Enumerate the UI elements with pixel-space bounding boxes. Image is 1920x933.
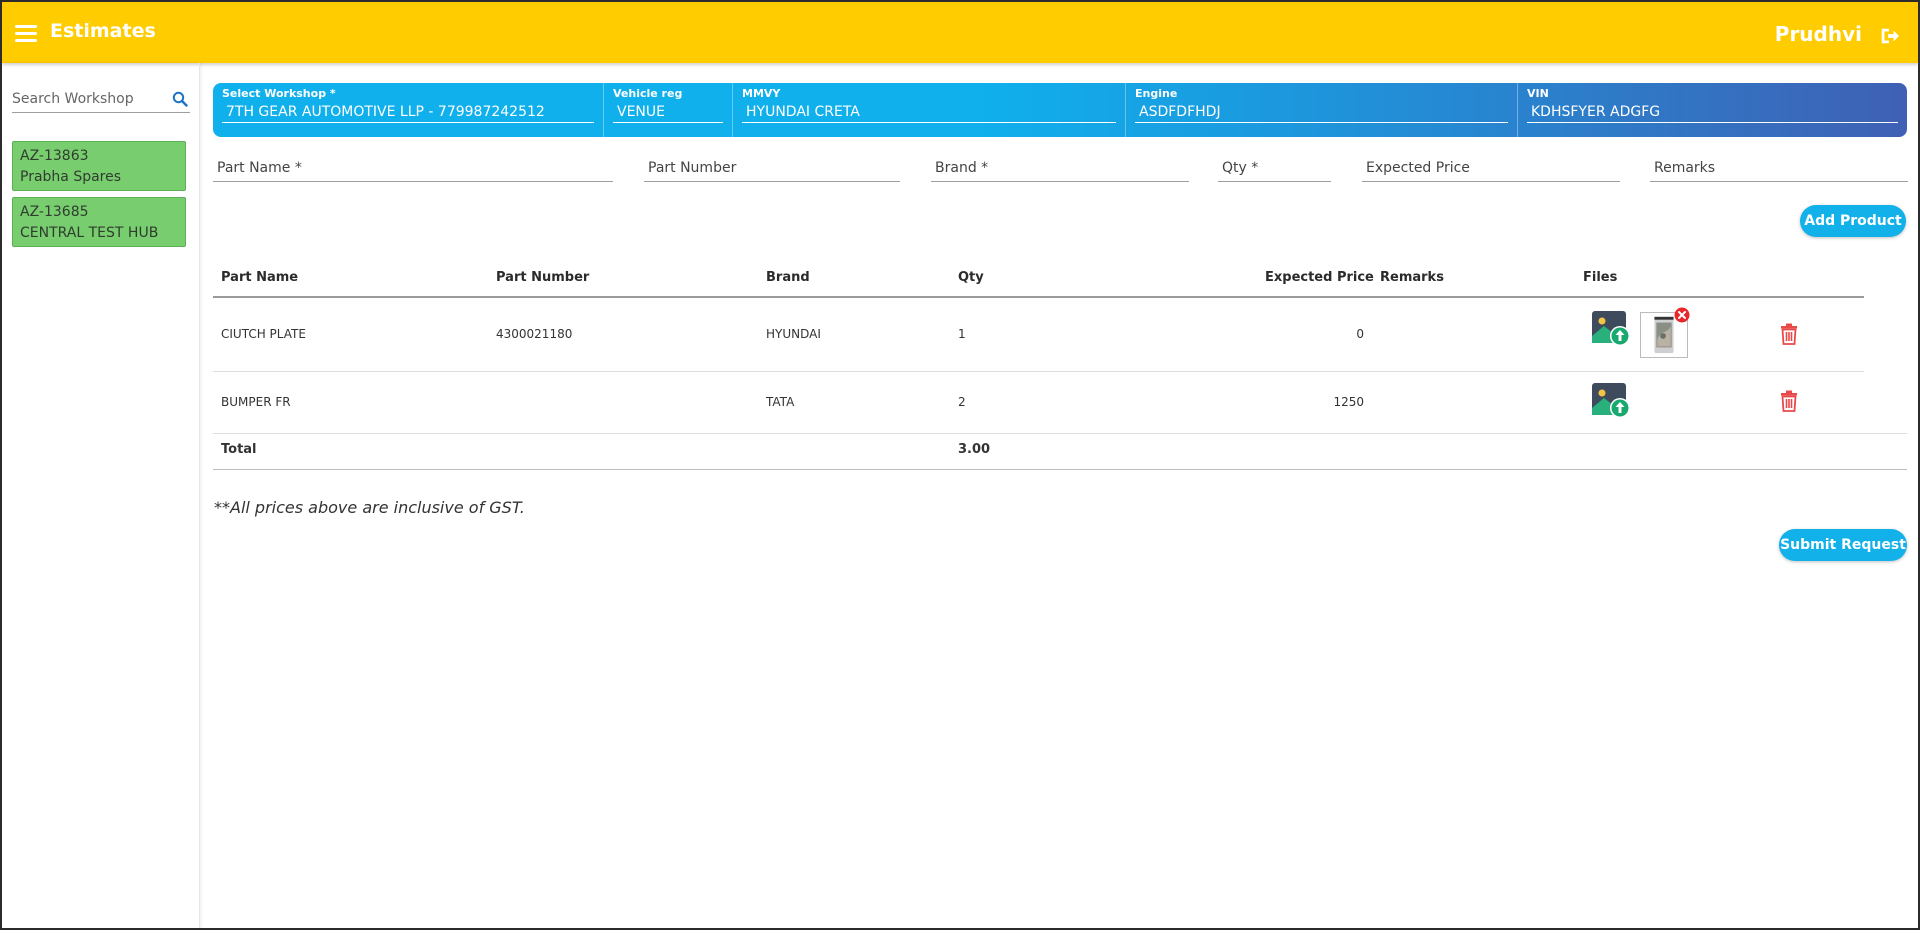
row-divider [213, 371, 1864, 372]
field-label: Vehicle reg [613, 87, 683, 100]
field-label: Engine [1135, 87, 1178, 100]
vin-input[interactable] [1527, 101, 1898, 123]
expected-price-field [1362, 156, 1620, 182]
workshop-name: CENTRAL TEST HUB [20, 225, 159, 241]
search-icon[interactable] [172, 91, 188, 107]
workshop-search [12, 87, 190, 113]
part-name-input[interactable] [213, 156, 613, 180]
engine-input[interactable] [1135, 101, 1508, 123]
workshop-select[interactable] [222, 101, 594, 123]
menu-icon[interactable] [15, 25, 37, 43]
total-label: Total [221, 442, 257, 457]
top-bar: Estimates Prudhvi [2, 2, 1918, 63]
app-window: Estimates Prudhvi AZ-13863 Prabha Spares… [0, 0, 1920, 930]
total-qty: 3.00 [958, 442, 991, 457]
cell-qty: 1 [958, 327, 966, 341]
remarks-input[interactable] [1650, 156, 1908, 180]
col-header-expected-price: Expected Price [1265, 270, 1374, 285]
field-label: VIN [1527, 87, 1549, 100]
part-number-field [644, 156, 900, 182]
workshop-code: AZ-13863 [20, 148, 89, 164]
vehicle-info-bar: Select Workshop * Vehicle reg MMVY Engin… [213, 83, 1907, 137]
workshop-item[interactable]: AZ-13685 CENTRAL TEST HUB [12, 197, 186, 247]
cell-expected-price: 1250 [1333, 395, 1364, 409]
vehicle-reg-field: Vehicle reg [604, 83, 733, 137]
sidebar: AZ-13863 Prabha Spares AZ-13685 CENTRAL … [2, 63, 200, 928]
search-input[interactable] [12, 87, 162, 111]
field-label: MMVY [742, 87, 781, 100]
engine-field: Engine [1126, 83, 1518, 137]
workshop-name: Prabha Spares [20, 169, 122, 185]
col-header-part-name: Part Name [221, 270, 299, 285]
col-header-remarks: Remarks [1380, 270, 1444, 285]
user-name[interactable]: Prudhvi [1775, 22, 1862, 46]
col-header-qty: Qty [958, 270, 984, 285]
cell-part-name: CIUTCH PLATE [221, 327, 306, 341]
trash-icon[interactable] [1779, 323, 1799, 345]
cell-part-name: BUMPER FR [221, 395, 291, 409]
workshop-select-field: Select Workshop * [213, 83, 604, 137]
cell-qty: 2 [958, 395, 966, 409]
col-header-brand: Brand [766, 270, 810, 285]
brand-input[interactable] [931, 156, 1189, 180]
part-name-field [213, 156, 613, 182]
qty-field [1218, 156, 1331, 182]
workshop-code: AZ-13685 [20, 204, 89, 220]
qty-input[interactable] [1218, 156, 1331, 180]
col-header-files: Files [1583, 270, 1618, 285]
total-divider [213, 469, 1907, 470]
col-header-part-number: Part Number [496, 270, 590, 285]
workshop-item[interactable]: AZ-13863 Prabha Spares [12, 141, 186, 191]
gst-note: **All prices above are inclusive of GST. [214, 498, 525, 517]
remarks-field [1650, 156, 1908, 182]
add-product-button[interactable]: Add Product [1800, 205, 1906, 237]
header-divider [213, 296, 1864, 298]
cell-brand: TATA [766, 395, 795, 409]
part-number-input[interactable] [644, 156, 900, 180]
vin-field: VIN [1518, 83, 1907, 137]
cell-expected-price: 0 [1356, 327, 1364, 341]
trash-icon[interactable] [1779, 390, 1799, 412]
row-divider [213, 433, 1907, 434]
submit-request-button[interactable]: Submit Request [1779, 529, 1907, 561]
vehicle-reg-input[interactable] [613, 101, 723, 123]
field-label: Select Workshop * [222, 87, 336, 100]
image-upload-icon[interactable] [1591, 310, 1633, 348]
logout-icon[interactable] [1878, 26, 1900, 46]
app-title: Estimates [50, 20, 156, 42]
remove-icon[interactable] [1674, 307, 1690, 323]
mmvy-input[interactable] [742, 101, 1116, 123]
cell-part-number: 4300021180 [496, 327, 573, 341]
brand-field [931, 156, 1189, 182]
expected-price-input[interactable] [1362, 156, 1620, 180]
image-upload-icon[interactable] [1591, 382, 1633, 420]
cell-brand: HYUNDAI [766, 327, 821, 341]
mmvy-field: MMVY [733, 83, 1126, 137]
